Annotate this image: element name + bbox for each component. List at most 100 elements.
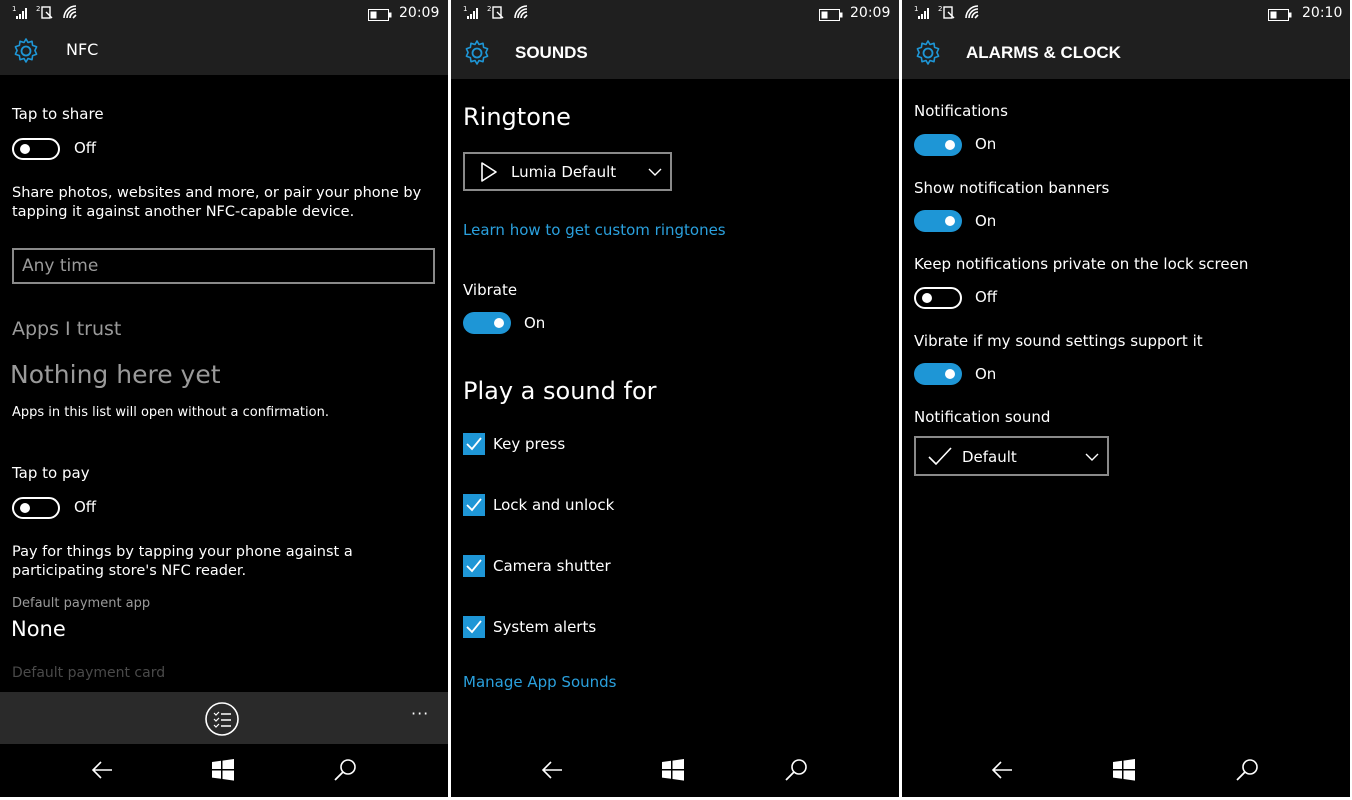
search-icon[interactable] <box>1235 758 1259 782</box>
apps-i-trust-heading: Apps I trust <box>12 318 122 340</box>
windows-start-icon[interactable] <box>211 758 235 782</box>
battery-icon <box>819 9 843 21</box>
default-payment-app-label: Default payment app <box>12 596 151 611</box>
gear-icon <box>465 40 489 65</box>
signal-icon: 1 <box>12 5 27 19</box>
navigation-bar <box>0 744 448 797</box>
wifi-icon <box>63 5 77 19</box>
svg-text:2: 2 <box>487 5 491 13</box>
notification-banners-label: Show notification banners <box>914 179 1110 197</box>
pay-description-line-2: participating store's NFC reader. <box>12 563 247 579</box>
private-lock-screen-toggle[interactable] <box>914 287 962 309</box>
default-payment-app-value[interactable]: None <box>11 617 66 641</box>
custom-ringtones-link[interactable]: Learn how to get custom ringtones <box>463 221 726 239</box>
gear-icon <box>14 38 38 63</box>
chevron-down-icon <box>1085 453 1099 461</box>
checklist-icon[interactable] <box>204 701 240 737</box>
share-description-line-2: tapping it against another NFC-capable d… <box>12 204 355 220</box>
share-time-input[interactable]: Any time <box>12 248 435 284</box>
alarms-clock-settings-screen: 1 2 20:10 ALARMS & CLOCK Notifications O… <box>902 0 1350 797</box>
tap-to-share-toggle[interactable] <box>12 138 60 160</box>
svg-text:1: 1 <box>463 5 467 13</box>
checkmark-icon <box>466 620 482 634</box>
header-bar: 1 2 20:10 ALARMS & CLOCK <box>902 0 1350 79</box>
svg-text:1: 1 <box>12 5 16 13</box>
play-sound-heading: Play a sound for <box>463 377 657 405</box>
tap-to-pay-label: Tap to pay <box>12 464 90 482</box>
vibrate-sound-settings-toggle[interactable] <box>914 363 962 385</box>
windows-start-icon[interactable] <box>661 758 685 782</box>
battery-icon <box>368 9 392 21</box>
status-time: 20:09 <box>850 5 891 21</box>
more-options-button[interactable]: ··· <box>411 704 429 723</box>
notification-sound-value: Default <box>962 448 1017 466</box>
notifications-toggle[interactable] <box>914 134 962 156</box>
sim-data-icon: 2 <box>36 5 53 19</box>
manage-app-sounds-link[interactable]: Manage App Sounds <box>463 673 616 691</box>
notifications-state: On <box>975 135 997 153</box>
system-alerts-checkbox[interactable] <box>463 616 485 638</box>
nfc-settings-screen: 1 2 20:09 NFC Tap to share Off Share pho… <box>0 0 448 797</box>
vibrate-sound-settings-label: Vibrate if my sound settings support it <box>914 332 1203 350</box>
lock-unlock-checkbox[interactable] <box>463 494 485 516</box>
search-icon[interactable] <box>784 758 808 782</box>
windows-start-icon[interactable] <box>1112 758 1136 782</box>
sounds-settings-screen: 1 2 20:09 SOUNDS Ringtone Lumia Default … <box>451 0 899 797</box>
status-icons: 1 2 <box>12 4 80 20</box>
ringtone-value: Lumia Default <box>511 163 617 181</box>
key-press-label: Key press <box>493 435 566 453</box>
notification-banners-toggle[interactable] <box>914 210 962 232</box>
tap-to-share-label: Tap to share <box>12 105 104 123</box>
gear-icon <box>916 40 940 65</box>
navigation-bar <box>451 744 899 797</box>
app-bar: ··· <box>0 692 448 744</box>
page-title: ALARMS & CLOCK <box>966 43 1121 62</box>
ringtone-heading: Ringtone <box>463 103 571 131</box>
notifications-label: Notifications <box>914 102 1008 120</box>
signal-icon: 1 <box>463 5 478 19</box>
header-bar: 1 2 20:09 SOUNDS <box>451 0 899 79</box>
default-payment-card-label: Default payment card <box>12 665 166 681</box>
ringtone-dropdown[interactable]: Lumia Default <box>463 152 672 191</box>
notification-sound-dropdown[interactable]: Default <box>914 436 1109 476</box>
back-arrow-icon[interactable] <box>990 758 1014 782</box>
sim-data-icon: 2 <box>938 5 955 19</box>
camera-shutter-label: Camera shutter <box>493 557 611 575</box>
signal-icon: 1 <box>914 5 929 19</box>
status-icons: 1 2 <box>914 4 982 20</box>
header-bar: 1 2 20:09 NFC <box>0 0 448 75</box>
wifi-icon <box>514 5 528 19</box>
page-title: NFC <box>66 40 99 59</box>
page-title: SOUNDS <box>515 43 588 62</box>
private-lock-screen-label: Keep notifications private on the lock s… <box>914 255 1249 273</box>
vibrate-label: Vibrate <box>463 281 518 299</box>
camera-shutter-checkbox[interactable] <box>463 555 485 577</box>
battery-icon <box>1268 9 1292 21</box>
search-icon[interactable] <box>333 758 357 782</box>
back-arrow-icon[interactable] <box>540 758 564 782</box>
checkmark-icon <box>466 437 482 451</box>
key-press-checkbox[interactable] <box>463 433 485 455</box>
sim-data-icon: 2 <box>487 5 504 19</box>
status-time: 20:10 <box>1302 5 1343 21</box>
vibrate-state: On <box>524 314 546 332</box>
chevron-down-icon <box>648 168 662 176</box>
lock-unlock-label: Lock and unlock <box>493 496 615 514</box>
play-icon[interactable] <box>480 162 498 182</box>
status-icons: 1 2 <box>463 4 531 20</box>
empty-list-description: Apps in this list will open without a co… <box>12 405 329 420</box>
empty-list-heading: Nothing here yet <box>10 360 221 389</box>
back-arrow-icon[interactable] <box>90 758 114 782</box>
vibrate-toggle[interactable] <box>463 312 511 334</box>
notification-sound-label: Notification sound <box>914 408 1051 426</box>
checkmark-icon <box>928 447 952 466</box>
navigation-bar <box>902 744 1350 797</box>
vibrate-sound-settings-state: On <box>975 365 997 383</box>
svg-text:1: 1 <box>914 5 918 13</box>
tap-to-pay-toggle[interactable] <box>12 497 60 519</box>
svg-text:2: 2 <box>938 5 942 13</box>
wifi-icon <box>965 5 979 19</box>
tap-to-pay-state: Off <box>74 498 97 516</box>
pay-description-line-1: Pay for things by tapping your phone aga… <box>12 544 353 560</box>
status-time: 20:09 <box>399 5 440 21</box>
